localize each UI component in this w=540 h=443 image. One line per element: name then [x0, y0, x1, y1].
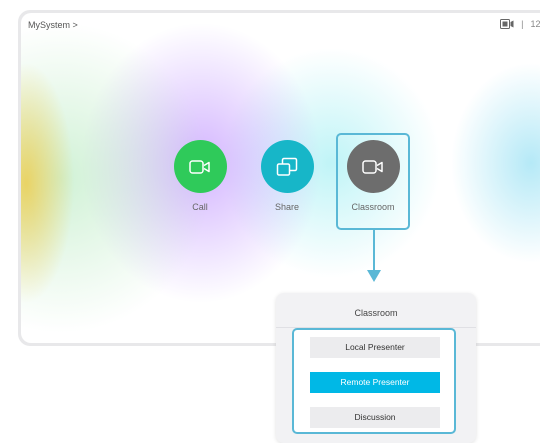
panel-title: Classroom — [354, 308, 398, 318]
classroom-highlight-callout — [336, 133, 410, 230]
share-button[interactable] — [260, 140, 314, 193]
top-bar: MySystem > | 12:0 — [21, 13, 540, 37]
clock: 12:0 — [530, 19, 540, 29]
separator: | — [521, 19, 524, 29]
callout-arrow-line — [373, 230, 375, 272]
screen-record-icon[interactable] — [500, 19, 514, 29]
callout-arrow-head — [367, 270, 381, 282]
video-camera-icon — [189, 159, 210, 174]
call-app[interactable]: Call — [170, 140, 230, 212]
call-button[interactable] — [173, 140, 227, 193]
share-label: Share — [274, 202, 300, 212]
share-screens-icon — [276, 157, 298, 176]
call-label: Call — [192, 202, 208, 212]
remote-presenter-button[interactable]: Remote Presenter — [310, 372, 440, 393]
discussion-button[interactable]: Discussion — [310, 407, 440, 428]
share-app[interactable]: Share — [257, 140, 317, 212]
local-presenter-button[interactable]: Local Presenter — [310, 337, 440, 358]
status-area: | 12:0 — [500, 19, 540, 29]
system-breadcrumb[interactable]: MySystem > — [28, 20, 78, 30]
